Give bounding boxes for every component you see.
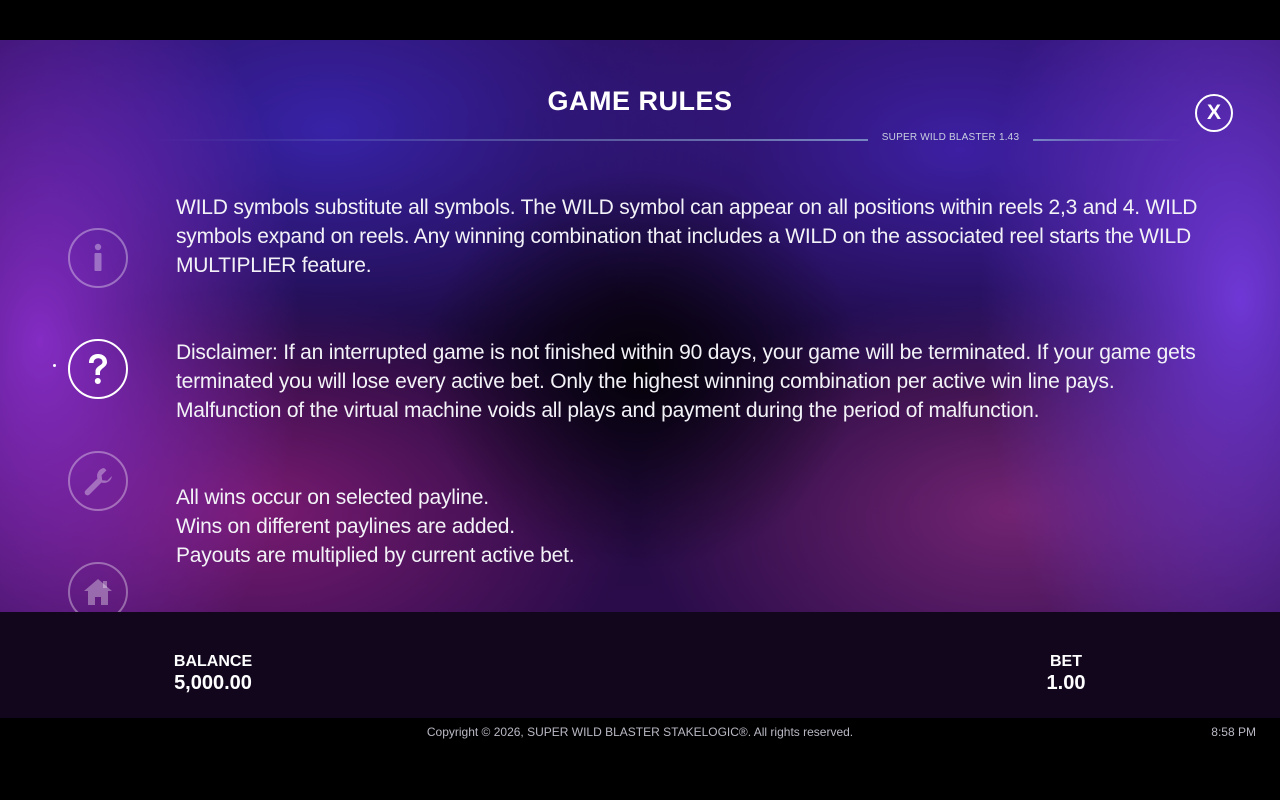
info-button[interactable]: [68, 228, 128, 288]
bet-value: 1.00: [1046, 672, 1086, 694]
disclaimer-paragraph: Disclaimer: If an interrupted game is no…: [176, 341, 1196, 422]
balance-label: BALANCE: [173, 653, 253, 670]
title-divider: [1033, 139, 1183, 141]
version-label: SUPER WILD BLASTER 1.43: [881, 132, 1020, 143]
wrench-icon: [82, 465, 114, 497]
close-button[interactable]: X: [1195, 94, 1233, 132]
info-icon: [91, 243, 105, 273]
nav-indicator-dot: [53, 364, 56, 367]
balance-display: BALANCE 5,000.00: [153, 653, 273, 695]
payline-rule: Wins on different paylines are added.: [176, 515, 515, 538]
wild-symbols-paragraph: WILD symbols substitute all symbols. The…: [176, 196, 1198, 277]
rules-content[interactable]: WILD symbols substitute all symbols. The…: [176, 196, 1216, 612]
bet-display: BET 1.00: [1020, 653, 1112, 695]
page-title: GAME RULES: [547, 86, 733, 116]
title-divider: [150, 139, 868, 141]
question-icon: [85, 352, 111, 386]
help-button[interactable]: [68, 339, 128, 399]
bet-label: BET: [1050, 653, 1082, 670]
close-icon: X: [1206, 101, 1221, 124]
payline-rules: All wins occur on selected payline. Wins…: [176, 483, 1216, 570]
home-icon: [82, 577, 114, 607]
payline-rule: All wins occur on selected payline.: [176, 486, 489, 509]
bottom-bar: BALANCE 5,000.00 BET 1.00: [0, 612, 1280, 718]
footer: Copyright © 2026, SUPER WILD BLASTER STA…: [0, 718, 1280, 800]
clock: 8:58 PM: [1211, 725, 1256, 739]
balance-value: 5,000.00: [174, 672, 252, 694]
settings-button[interactable]: [68, 451, 128, 511]
payline-rule: Payouts are multiplied by current active…: [176, 544, 575, 567]
game-rules-panel: WILD symbols substitute all symbols. The…: [0, 40, 1280, 612]
home-button[interactable]: [68, 562, 128, 612]
copyright-text: Copyright © 2026, SUPER WILD BLASTER STA…: [426, 725, 854, 739]
